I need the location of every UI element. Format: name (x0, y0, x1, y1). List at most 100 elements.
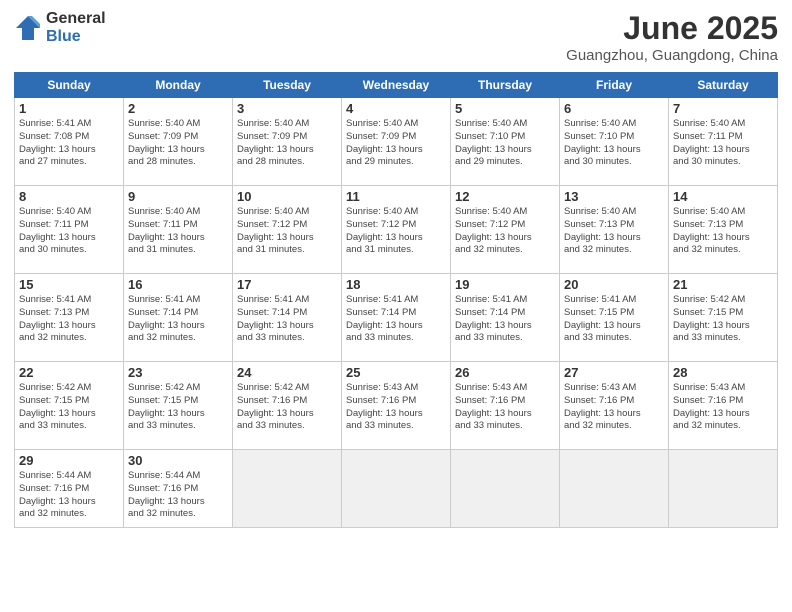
logo-blue-text: Blue (46, 28, 106, 46)
day-info: Sunrise: 5:40 AM Sunset: 7:09 PM Dayligh… (237, 118, 337, 169)
day-number: 30 (128, 453, 228, 468)
table-row: 2Sunrise: 5:40 AM Sunset: 7:09 PM Daylig… (124, 98, 233, 186)
day-info: Sunrise: 5:40 AM Sunset: 7:13 PM Dayligh… (673, 206, 773, 257)
day-info: Sunrise: 5:43 AM Sunset: 7:16 PM Dayligh… (564, 382, 664, 433)
table-row: 25 Sunrise: 5:43 AM Sunset: 7:16 PM Dayli… (342, 362, 451, 450)
table-row: 16 Sunrise: 5:41 AM Sunset: 7:14 PM Dayli… (124, 274, 233, 362)
table-row: 1 Sunrise: 5:41 AM Sunset: 7:08 PM Daylig… (15, 98, 124, 186)
calendar-subtitle: Guangzhou, Guangdong, China (566, 47, 778, 64)
table-row (233, 450, 342, 528)
day-number: 27 (564, 365, 664, 380)
table-row: 15 Sunrise: 5:41 AM Sunset: 7:13 PM Dayli… (15, 274, 124, 362)
day-number: 18 (346, 277, 446, 292)
day-info: Sunrise: 5:40 AM Sunset: 7:09 PM Dayligh… (128, 118, 228, 169)
day-info: Sunrise: 5:40 AM Sunset: 7:10 PM Dayligh… (455, 118, 555, 169)
table-row: 27 Sunrise: 5:43 AM Sunset: 7:16 PM Dayli… (560, 362, 669, 450)
day-info: Sunrise: 5:42 AM Sunset: 7:15 PM Dayligh… (673, 294, 773, 345)
header-row: Sunday Monday Tuesday Wednesday Thursday… (15, 73, 778, 98)
week-row-1: 1 Sunrise: 5:41 AM Sunset: 7:08 PM Daylig… (15, 98, 778, 186)
week-row-4: 22 Sunrise: 5:42 AM Sunset: 7:15 PM Dayli… (15, 362, 778, 450)
col-tuesday: Tuesday (233, 73, 342, 98)
day-number: 22 (19, 365, 119, 380)
day-info: Sunrise: 5:44 AM Sunset: 7:16 PM Dayligh… (128, 470, 228, 521)
col-sunday: Sunday (15, 73, 124, 98)
day-number: 24 (237, 365, 337, 380)
day-number: 26 (455, 365, 555, 380)
day-number: 11 (346, 189, 446, 204)
day-number: 19 (455, 277, 555, 292)
table-row: 12 Sunrise: 5:40 AM Sunset: 7:12 PM Dayli… (451, 186, 560, 274)
table-row: 18 Sunrise: 5:41 AM Sunset: 7:14 PM Dayli… (342, 274, 451, 362)
table-row: 20 Sunrise: 5:41 AM Sunset: 7:15 PM Dayli… (560, 274, 669, 362)
day-number: 16 (128, 277, 228, 292)
day-info: Sunrise: 5:40 AM Sunset: 7:12 PM Dayligh… (455, 206, 555, 257)
day-info: Sunrise: 5:43 AM Sunset: 7:16 PM Dayligh… (673, 382, 773, 433)
day-info: Sunrise: 5:41 AM Sunset: 7:14 PM Dayligh… (128, 294, 228, 345)
col-friday: Friday (560, 73, 669, 98)
week-row-3: 15 Sunrise: 5:41 AM Sunset: 7:13 PM Dayli… (15, 274, 778, 362)
day-number: 29 (19, 453, 119, 468)
calendar-title: June 2025 (566, 10, 778, 47)
table-row: 5 Sunrise: 5:40 AM Sunset: 7:10 PM Daylig… (451, 98, 560, 186)
table-row: 4 Sunrise: 5:40 AM Sunset: 7:09 PM Daylig… (342, 98, 451, 186)
table-row: 29Sunrise: 5:44 AM Sunset: 7:16 PM Dayli… (15, 450, 124, 528)
day-info: Sunrise: 5:40 AM Sunset: 7:13 PM Dayligh… (564, 206, 664, 257)
header: General Blue June 2025 Guangzhou, Guangd… (14, 10, 778, 64)
logo-text: General Blue (46, 10, 106, 45)
table-row (451, 450, 560, 528)
table-row: 14Sunrise: 5:40 AM Sunset: 7:13 PM Dayli… (669, 186, 778, 274)
day-number: 25 (346, 365, 446, 380)
day-number: 21 (673, 277, 773, 292)
table-row (342, 450, 451, 528)
day-info: Sunrise: 5:42 AM Sunset: 7:16 PM Dayligh… (237, 382, 337, 433)
table-row (560, 450, 669, 528)
day-number: 9 (128, 189, 228, 204)
col-saturday: Saturday (669, 73, 778, 98)
logo-general-text: General (46, 10, 106, 28)
day-info: Sunrise: 5:41 AM Sunset: 7:14 PM Dayligh… (346, 294, 446, 345)
day-number: 5 (455, 101, 555, 116)
day-number: 1 (19, 101, 119, 116)
calendar-table: Sunday Monday Tuesday Wednesday Thursday… (14, 72, 778, 528)
col-wednesday: Wednesday (342, 73, 451, 98)
day-number: 10 (237, 189, 337, 204)
day-info: Sunrise: 5:40 AM Sunset: 7:12 PM Dayligh… (237, 206, 337, 257)
table-row: 24 Sunrise: 5:42 AM Sunset: 7:16 PM Dayli… (233, 362, 342, 450)
day-number: 15 (19, 277, 119, 292)
day-info: Sunrise: 5:40 AM Sunset: 7:09 PM Dayligh… (346, 118, 446, 169)
col-thursday: Thursday (451, 73, 560, 98)
day-info: Sunrise: 5:41 AM Sunset: 7:08 PM Dayligh… (19, 118, 119, 169)
day-number: 20 (564, 277, 664, 292)
logo: General Blue (14, 10, 106, 45)
day-number: 13 (564, 189, 664, 204)
day-info: Sunrise: 5:43 AM Sunset: 7:16 PM Dayligh… (346, 382, 446, 433)
day-number: 8 (19, 189, 119, 204)
day-info: Sunrise: 5:43 AM Sunset: 7:16 PM Dayligh… (455, 382, 555, 433)
day-info: Sunrise: 5:41 AM Sunset: 7:14 PM Dayligh… (455, 294, 555, 345)
day-info: Sunrise: 5:40 AM Sunset: 7:11 PM Dayligh… (19, 206, 119, 257)
table-row: 13 Sunrise: 5:40 AM Sunset: 7:13 PM Dayli… (560, 186, 669, 274)
day-number: 12 (455, 189, 555, 204)
table-row: 23Sunrise: 5:42 AM Sunset: 7:15 PM Dayli… (124, 362, 233, 450)
table-row: 30 Sunrise: 5:44 AM Sunset: 7:16 PM Dayli… (124, 450, 233, 528)
table-row: 7Sunrise: 5:40 AM Sunset: 7:11 PM Daylig… (669, 98, 778, 186)
table-row: 26 Sunrise: 5:43 AM Sunset: 7:16 PM Dayli… (451, 362, 560, 450)
day-number: 28 (673, 365, 773, 380)
page: General Blue June 2025 Guangzhou, Guangd… (0, 0, 792, 612)
day-number: 6 (564, 101, 664, 116)
table-row (669, 450, 778, 528)
table-row: 17Sunrise: 5:41 AM Sunset: 7:14 PM Dayli… (233, 274, 342, 362)
day-info: Sunrise: 5:40 AM Sunset: 7:10 PM Dayligh… (564, 118, 664, 169)
day-number: 23 (128, 365, 228, 380)
day-info: Sunrise: 5:40 AM Sunset: 7:12 PM Dayligh… (346, 206, 446, 257)
day-info: Sunrise: 5:42 AM Sunset: 7:15 PM Dayligh… (19, 382, 119, 433)
day-info: Sunrise: 5:40 AM Sunset: 7:11 PM Dayligh… (673, 118, 773, 169)
table-row: 6 Sunrise: 5:40 AM Sunset: 7:10 PM Daylig… (560, 98, 669, 186)
day-info: Sunrise: 5:41 AM Sunset: 7:13 PM Dayligh… (19, 294, 119, 345)
day-info: Sunrise: 5:41 AM Sunset: 7:15 PM Dayligh… (564, 294, 664, 345)
day-info: Sunrise: 5:41 AM Sunset: 7:14 PM Dayligh… (237, 294, 337, 345)
day-number: 4 (346, 101, 446, 116)
table-row: 3Sunrise: 5:40 AM Sunset: 7:09 PM Daylig… (233, 98, 342, 186)
table-row: 9 Sunrise: 5:40 AM Sunset: 7:11 PM Daylig… (124, 186, 233, 274)
day-info: Sunrise: 5:40 AM Sunset: 7:11 PM Dayligh… (128, 206, 228, 257)
